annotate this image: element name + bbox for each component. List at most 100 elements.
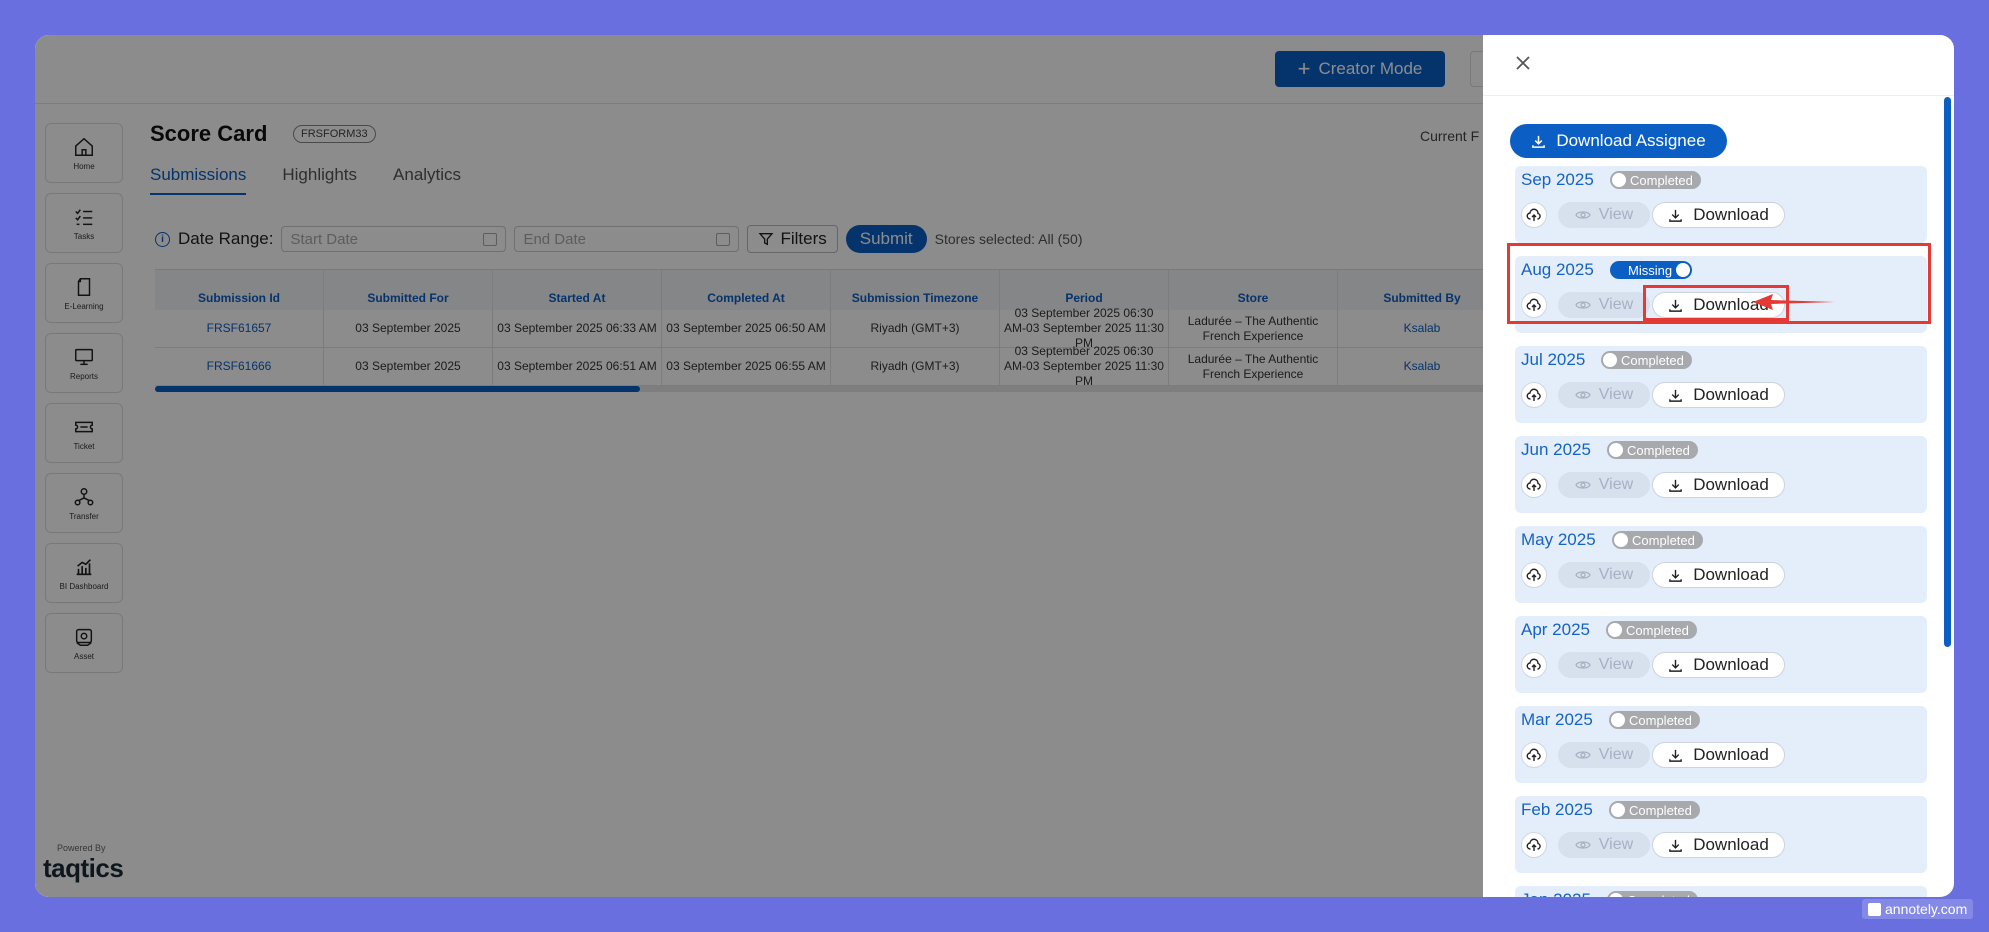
status-toggle[interactable]: Completed xyxy=(1612,531,1703,549)
download-label: Download xyxy=(1693,205,1769,224)
month-card: Mar 2025 Completed View Download xyxy=(1515,706,1927,783)
status-toggle[interactable]: Completed xyxy=(1610,171,1701,189)
download-assignee-label: Download Assignee xyxy=(1556,131,1706,150)
scrollbar-thumb[interactable] xyxy=(1944,97,1951,647)
status-label: Completed xyxy=(1629,802,1692,818)
eye-icon xyxy=(1575,751,1591,759)
download-label: Download xyxy=(1693,385,1769,404)
upload-button[interactable] xyxy=(1521,472,1547,498)
download-label: Download xyxy=(1693,745,1769,764)
status-toggle[interactable]: Completed xyxy=(1609,801,1700,819)
eye-icon xyxy=(1575,391,1591,399)
upload-button[interactable] xyxy=(1521,652,1547,678)
view-label: View xyxy=(1598,206,1634,223)
month-card: Feb 2025 Completed View Download xyxy=(1515,796,1927,873)
eye-icon xyxy=(1575,481,1591,489)
toggle-knob xyxy=(1609,443,1623,457)
month-name: Jun 2025 xyxy=(1521,440,1591,459)
upload-button[interactable] xyxy=(1521,832,1547,858)
toggle-knob xyxy=(1609,893,1623,897)
status-label: Completed xyxy=(1629,712,1692,728)
month-card: Sep 2025 Completed View Download xyxy=(1515,166,1927,243)
view-button[interactable]: View xyxy=(1558,742,1650,768)
app-window: + Creator Mode Home Tasks E-Learning Rep… xyxy=(35,35,1954,897)
status-toggle[interactable]: Completed xyxy=(1607,441,1698,459)
close-icon[interactable] xyxy=(1513,53,1533,73)
view-label: View xyxy=(1598,656,1634,673)
download-assignee-button[interactable]: Download Assignee xyxy=(1510,124,1727,158)
cloud-upload-icon xyxy=(1526,748,1541,761)
toggle-knob xyxy=(1614,533,1628,547)
download-icon xyxy=(1669,569,1683,582)
annotely-icon xyxy=(1868,902,1881,916)
download-button[interactable]: Download xyxy=(1652,742,1785,768)
toggle-knob xyxy=(1611,803,1625,817)
eye-icon xyxy=(1575,211,1591,219)
month-card: Apr 2025 Completed View Download xyxy=(1515,616,1927,693)
month-name: Mar 2025 xyxy=(1521,710,1593,729)
download-icon xyxy=(1669,749,1683,762)
download-icon xyxy=(1669,209,1683,222)
view-label: View xyxy=(1598,386,1634,403)
download-button[interactable]: Download xyxy=(1652,832,1785,858)
upload-button[interactable] xyxy=(1521,202,1547,228)
download-button[interactable]: Download xyxy=(1652,202,1785,228)
download-button[interactable]: Download xyxy=(1652,382,1785,408)
month-card: Jan 2025 Completed View Download xyxy=(1515,886,1927,897)
eye-icon xyxy=(1575,661,1591,669)
month-name: Jan 2025 xyxy=(1521,890,1591,897)
cloud-upload-icon xyxy=(1526,568,1541,581)
download-label: Download xyxy=(1693,565,1769,584)
download-icon xyxy=(1669,659,1683,672)
status-label: Completed xyxy=(1626,622,1689,638)
toggle-knob xyxy=(1603,353,1617,367)
status-toggle[interactable]: Completed xyxy=(1609,711,1700,729)
view-button[interactable]: View xyxy=(1558,472,1650,498)
download-button[interactable]: Download xyxy=(1652,652,1785,678)
view-button[interactable]: View xyxy=(1558,562,1650,588)
status-label: Completed xyxy=(1627,893,1690,898)
eye-icon xyxy=(1575,571,1591,579)
download-button[interactable]: Download xyxy=(1652,472,1785,498)
view-label: View xyxy=(1598,836,1634,853)
toggle-knob xyxy=(1608,623,1622,637)
cloud-upload-icon xyxy=(1526,478,1541,491)
annotation-arrow xyxy=(1753,294,1835,310)
status-label: Completed xyxy=(1621,352,1684,368)
divider xyxy=(1483,95,1954,96)
download-icon xyxy=(1669,839,1683,852)
view-button[interactable]: View xyxy=(1558,382,1650,408)
view-label: View xyxy=(1598,476,1634,493)
toggle-knob xyxy=(1612,173,1626,187)
status-toggle[interactable]: Completed xyxy=(1607,891,1698,897)
month-card: Jul 2025 Completed View Download xyxy=(1515,346,1927,423)
view-button[interactable]: View xyxy=(1558,202,1650,228)
month-card: May 2025 Completed View Download xyxy=(1515,526,1927,603)
download-icon xyxy=(1669,479,1683,492)
cloud-upload-icon xyxy=(1526,838,1541,851)
month-name: Feb 2025 xyxy=(1521,800,1593,819)
drawer-vertical-scrollbar[interactable] xyxy=(1944,97,1951,897)
download-icon xyxy=(1669,389,1683,402)
download-label: Download xyxy=(1693,655,1769,674)
eye-icon xyxy=(1575,841,1591,849)
upload-button[interactable] xyxy=(1521,562,1547,588)
download-icon xyxy=(1532,135,1546,148)
view-label: View xyxy=(1598,746,1634,763)
view-button[interactable]: View xyxy=(1558,832,1650,858)
upload-button[interactable] xyxy=(1521,742,1547,768)
status-label: Completed xyxy=(1632,532,1695,548)
upload-button[interactable] xyxy=(1521,382,1547,408)
monthly-submissions-drawer: Download Assignee Sep 2025 Completed Vie… xyxy=(1483,35,1954,897)
watermark: annotely.com xyxy=(1862,899,1974,919)
view-button[interactable]: View xyxy=(1558,652,1650,678)
month-card: Jun 2025 Completed View Download xyxy=(1515,436,1927,513)
status-toggle[interactable]: Completed xyxy=(1606,621,1697,639)
cloud-upload-icon xyxy=(1526,208,1541,221)
status-toggle[interactable]: Completed xyxy=(1601,351,1692,369)
toggle-knob xyxy=(1611,713,1625,727)
download-button[interactable]: Download xyxy=(1652,562,1785,588)
status-label: Completed xyxy=(1630,172,1693,188)
cloud-upload-icon xyxy=(1526,658,1541,671)
cloud-upload-icon xyxy=(1526,388,1541,401)
